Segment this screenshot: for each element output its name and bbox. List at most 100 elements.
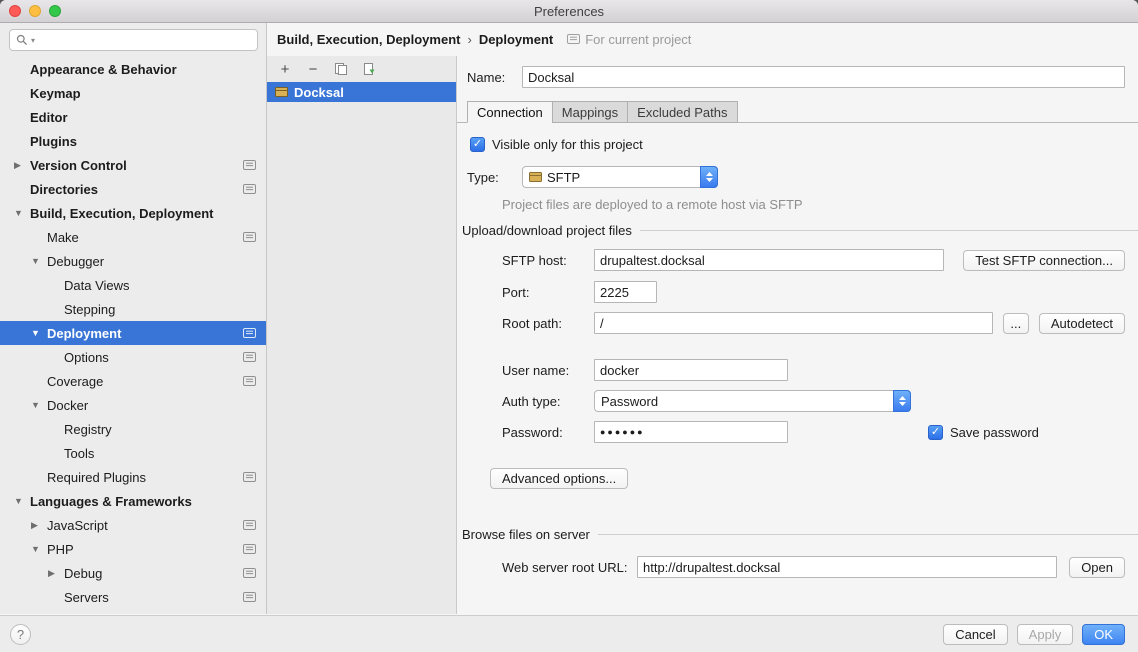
cancel-button[interactable]: Cancel	[943, 624, 1007, 645]
browse-section-header: Browse files on server	[462, 526, 1138, 542]
chevron-down-icon[interactable]: ▼	[31, 400, 47, 410]
sidebar-item-data-views[interactable]: Data Views	[0, 273, 266, 297]
test-sftp-connection-button[interactable]: Test SFTP connection...	[963, 250, 1125, 271]
sidebar-item-editor[interactable]: Editor	[0, 105, 266, 129]
copy-icon[interactable]	[333, 61, 349, 77]
help-button[interactable]: ?	[10, 624, 31, 645]
sidebar-item-make[interactable]: Make	[0, 225, 266, 249]
minimize-window-button[interactable]	[29, 5, 41, 17]
upload-section-label: Upload/download project files	[462, 223, 632, 238]
chevron-right-icon[interactable]: ▶	[31, 520, 47, 531]
title-bar: Preferences	[0, 0, 1138, 23]
search-icon	[16, 34, 28, 46]
sidebar-item-appearance-behavior[interactable]: Appearance & Behavior	[0, 57, 266, 81]
close-window-button[interactable]	[9, 5, 21, 17]
sidebar-item-label: PHP	[47, 542, 74, 557]
port-input[interactable]	[594, 281, 657, 303]
root-path-label: Root path:	[502, 316, 594, 331]
sidebar-item-php[interactable]: ▼PHP	[0, 537, 266, 561]
autodetect-button[interactable]: Autodetect	[1039, 313, 1125, 334]
ok-button[interactable]: OK	[1082, 624, 1125, 645]
sidebar-item-deployment[interactable]: ▼Deployment	[0, 321, 266, 345]
advanced-options-button[interactable]: Advanced options...	[490, 468, 628, 489]
remove-icon[interactable]: −	[305, 61, 321, 77]
tab-excluded-paths[interactable]: Excluded Paths	[627, 101, 737, 123]
password-input[interactable]	[594, 421, 788, 443]
chevron-down-icon[interactable]: ▼	[14, 208, 30, 218]
port-label: Port:	[502, 285, 594, 300]
chevron-down-icon[interactable]: ▼	[31, 544, 47, 554]
search-input[interactable]	[38, 32, 251, 49]
sftp-host-input[interactable]	[594, 249, 944, 271]
sidebar-item-label: Data Views	[64, 278, 130, 293]
apply-button[interactable]: Apply	[1017, 624, 1074, 645]
auth-type-dropdown[interactable]: Password	[594, 390, 911, 412]
type-hint-text: Project files are deployed to a remote h…	[502, 197, 803, 212]
chevron-down-icon[interactable]: ▼	[31, 328, 47, 338]
sidebar-item-docker[interactable]: ▼Docker	[0, 393, 266, 417]
screen-icon	[243, 520, 256, 531]
sidebar-item-directories[interactable]: Directories	[0, 177, 266, 201]
username-input[interactable]	[594, 359, 788, 381]
screen-icon	[243, 352, 256, 363]
root-path-input[interactable]	[594, 312, 993, 334]
search-options-chevron-icon[interactable]: ▾	[31, 36, 35, 45]
name-input[interactable]	[522, 66, 1125, 88]
save-password-label: Save password	[950, 425, 1039, 440]
chevron-down-icon[interactable]: ▼	[31, 256, 47, 266]
name-label: Name:	[467, 70, 522, 85]
project-scope-indicator: For current project	[567, 32, 691, 47]
sidebar-item-label: Stepping	[64, 302, 115, 317]
add-icon[interactable]: +	[277, 61, 293, 77]
type-label: Type:	[467, 170, 522, 185]
server-list-item-docksal[interactable]: Docksal	[267, 82, 456, 102]
sidebar-item-keymap[interactable]: Keymap	[0, 81, 266, 105]
breadcrumb-parent[interactable]: Build, Execution, Deployment	[277, 32, 460, 47]
screen-icon	[243, 592, 256, 603]
server-list: Docksal	[267, 82, 456, 102]
server-icon	[275, 86, 288, 98]
sidebar-item-registry[interactable]: Registry	[0, 417, 266, 441]
project-scope-label: For current project	[585, 32, 691, 47]
chevron-right-icon[interactable]: ▶	[48, 568, 64, 579]
sidebar-item-label: Servers	[64, 590, 109, 605]
sidebar-item-options[interactable]: Options	[0, 345, 266, 369]
sidebar-item-label: Debug	[64, 566, 102, 581]
screen-icon	[243, 184, 256, 195]
breadcrumb: Build, Execution, Deployment › Deploymen…	[267, 23, 1138, 56]
sidebar-item-label: Debugger	[47, 254, 104, 269]
web-root-input[interactable]	[637, 556, 1057, 578]
sidebar-item-debugger[interactable]: ▼Debugger	[0, 249, 266, 273]
screen-icon	[243, 160, 256, 171]
tab-strip: ConnectionMappingsExcluded Paths	[457, 100, 1138, 123]
sidebar-item-debug[interactable]: ▶Debug	[0, 561, 266, 585]
sidebar-item-coverage[interactable]: Coverage	[0, 369, 266, 393]
paste-icon[interactable]	[361, 61, 377, 77]
dialog-footer: ? Cancel Apply OK	[0, 615, 1138, 652]
sidebar-item-javascript[interactable]: ▶JavaScript	[0, 513, 266, 537]
sidebar-item-languages-frameworks[interactable]: ▼Languages & Frameworks	[0, 489, 266, 513]
sidebar-item-label: Docker	[47, 398, 88, 413]
open-button[interactable]: Open	[1069, 557, 1125, 578]
zoom-window-button[interactable]	[49, 5, 61, 17]
type-dropdown[interactable]: SFTP	[522, 166, 718, 188]
sidebar-item-required-plugins[interactable]: Required Plugins	[0, 465, 266, 489]
sidebar-item-plugins[interactable]: Plugins	[0, 129, 266, 153]
sidebar-item-version-control[interactable]: ▶Version Control	[0, 153, 266, 177]
sidebar-item-tools[interactable]: Tools	[0, 441, 266, 465]
sidebar-item-stepping[interactable]: Stepping	[0, 297, 266, 321]
tab-connection[interactable]: Connection	[467, 101, 553, 123]
chevron-down-icon[interactable]: ▼	[14, 496, 30, 506]
settings-search[interactable]: ▾	[9, 29, 258, 51]
visible-only-checkbox[interactable]: ✓	[470, 137, 485, 152]
type-value: SFTP	[547, 170, 580, 185]
sidebar-item-servers[interactable]: Servers	[0, 585, 266, 609]
save-password-checkbox[interactable]: ✓	[928, 425, 943, 440]
sidebar-item-label: Version Control	[30, 158, 127, 173]
browse-root-path-button[interactable]: ...	[1003, 313, 1029, 334]
sidebar-item-build-execution-deployment[interactable]: ▼Build, Execution, Deployment	[0, 201, 266, 225]
chevron-right-icon[interactable]: ▶	[14, 160, 30, 171]
dropdown-stepper-icon	[893, 390, 911, 412]
sidebar-item-label: Deployment	[47, 326, 121, 341]
tab-mappings[interactable]: Mappings	[552, 101, 628, 123]
